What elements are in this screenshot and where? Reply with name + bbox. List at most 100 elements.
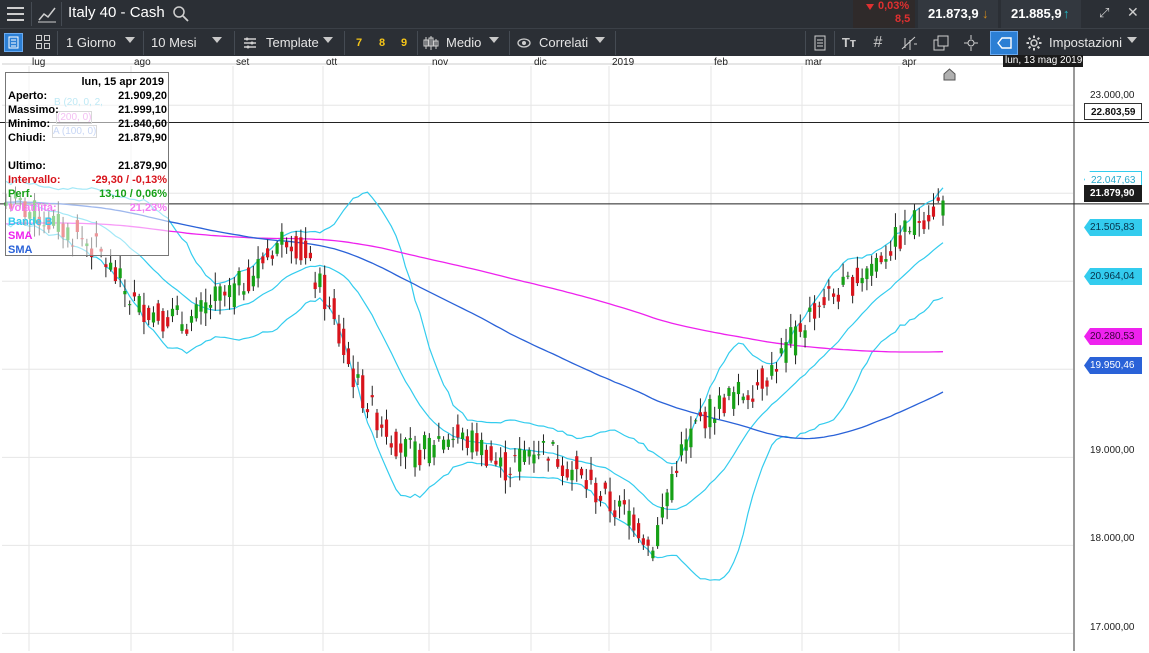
month-label: ott bbox=[326, 57, 338, 68]
y-tick-label: 18.000,00 bbox=[1090, 533, 1135, 544]
candle-body bbox=[684, 439, 688, 451]
candle-body bbox=[432, 444, 436, 458]
month-label: 2019 bbox=[612, 57, 635, 68]
end-date-label: lun, 13 mag 2019 bbox=[1003, 55, 1083, 67]
candle-body bbox=[480, 439, 484, 456]
candle-body bbox=[508, 473, 512, 475]
high-label: Massimo: bbox=[8, 104, 59, 116]
candle-body bbox=[242, 291, 246, 295]
candle-body bbox=[741, 396, 745, 401]
low-value: 21.840,60 bbox=[118, 118, 167, 130]
month-label: set bbox=[236, 57, 250, 68]
candle-body bbox=[189, 316, 194, 323]
candle-body bbox=[180, 324, 184, 331]
candle-body bbox=[736, 381, 741, 395]
candle-body bbox=[598, 495, 603, 501]
candle-body bbox=[679, 444, 684, 456]
candle-body bbox=[237, 270, 241, 286]
candle-body bbox=[389, 443, 393, 448]
candle-body bbox=[575, 456, 579, 470]
candle-body bbox=[227, 285, 232, 298]
candle-body bbox=[289, 246, 293, 252]
candle-body bbox=[451, 438, 455, 441]
candle-body bbox=[199, 300, 203, 312]
candle-body bbox=[527, 450, 531, 457]
candle-body bbox=[251, 275, 255, 287]
candle-body bbox=[294, 236, 298, 259]
range-label: Intervallo: bbox=[8, 174, 61, 186]
candle-body bbox=[670, 474, 674, 501]
candle-body bbox=[113, 267, 117, 282]
candle-body bbox=[489, 446, 493, 461]
candle-body bbox=[803, 330, 807, 338]
month-label: feb bbox=[714, 57, 728, 68]
candle-body bbox=[422, 435, 427, 450]
candle-body bbox=[356, 374, 360, 378]
candle-body bbox=[384, 419, 389, 437]
high-value: 21.999,10 bbox=[118, 104, 167, 116]
candle-body bbox=[308, 252, 313, 259]
volatility-value: 21,23% bbox=[129, 202, 167, 214]
candle-body bbox=[713, 418, 717, 423]
candle-body bbox=[546, 458, 550, 461]
home-marker-icon[interactable] bbox=[943, 68, 956, 81]
range-value: -29,30 / -0,13% bbox=[91, 174, 167, 186]
candle-body bbox=[232, 283, 236, 308]
candle-body bbox=[170, 308, 175, 317]
candle-body bbox=[370, 395, 374, 398]
candle-body bbox=[765, 380, 769, 387]
candle-body bbox=[784, 342, 788, 363]
candle-body bbox=[394, 431, 398, 457]
candle-body bbox=[399, 443, 403, 453]
candle-body bbox=[898, 235, 902, 249]
candle-body bbox=[437, 436, 441, 439]
candle-body bbox=[603, 482, 607, 489]
candle-body bbox=[703, 411, 707, 429]
candle-body bbox=[132, 292, 137, 297]
price-chart[interactable] bbox=[0, 0, 1149, 653]
candle-body bbox=[275, 243, 279, 254]
last-price-badge: 21.879,90 bbox=[1084, 185, 1142, 202]
candle-body bbox=[513, 455, 517, 457]
candle-body bbox=[285, 241, 289, 248]
candle-body bbox=[908, 231, 912, 233]
candle-body bbox=[722, 397, 726, 414]
candle-body bbox=[565, 469, 569, 478]
candle-body bbox=[351, 368, 355, 388]
legend-sma200: SMA bbox=[8, 230, 33, 242]
close-value: 21.879,90 bbox=[118, 132, 167, 144]
candle-body bbox=[884, 259, 888, 262]
candle-body bbox=[123, 291, 127, 295]
candle-body bbox=[798, 323, 802, 332]
close-row: Chiudi: 21.879,90 bbox=[8, 132, 167, 146]
candle-body bbox=[413, 441, 417, 468]
candle-body bbox=[375, 412, 379, 431]
candle-body bbox=[342, 328, 346, 355]
low-row: Minimo: 21.840,60 bbox=[8, 118, 167, 132]
candle-body bbox=[793, 326, 798, 356]
candle-body bbox=[147, 307, 151, 321]
candle-body bbox=[689, 428, 693, 448]
legend-bollinger: Bande B bbox=[8, 216, 53, 228]
candle-body bbox=[465, 436, 469, 448]
candle-body bbox=[332, 298, 336, 320]
candle-body bbox=[137, 296, 141, 313]
month-label: dic bbox=[534, 57, 547, 68]
candle-body bbox=[470, 430, 474, 453]
candle-body bbox=[346, 348, 351, 365]
sma200-badge: 20.280,53 bbox=[1084, 328, 1142, 345]
candle-body bbox=[446, 439, 450, 447]
candle-body bbox=[808, 307, 812, 312]
candle-body bbox=[327, 305, 332, 307]
candle-body bbox=[361, 375, 365, 409]
candle-body bbox=[204, 302, 208, 314]
candle-body bbox=[261, 256, 265, 264]
month-label: ago bbox=[134, 57, 151, 68]
candle-body bbox=[441, 439, 446, 450]
month-label: lug bbox=[32, 57, 46, 68]
candle-body bbox=[161, 311, 165, 332]
candle-body bbox=[812, 303, 817, 319]
candle-body bbox=[484, 449, 488, 466]
candle-body bbox=[665, 492, 669, 507]
candle-body bbox=[770, 365, 774, 376]
